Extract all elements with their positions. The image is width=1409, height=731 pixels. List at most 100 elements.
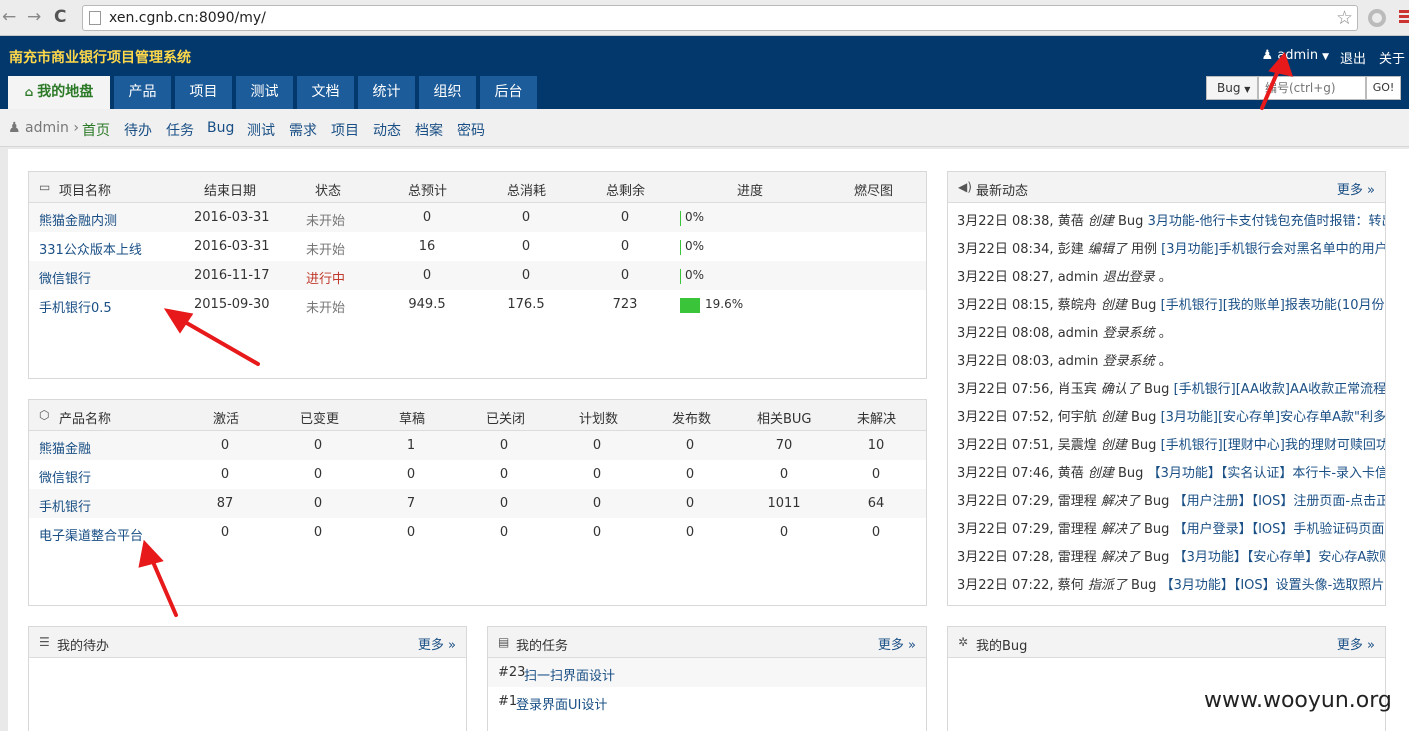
product-name-link[interactable]: 熊猫金融 [39,438,91,457]
subnav-story[interactable]: 需求 [289,120,317,140]
subnav-profile[interactable]: 档案 [415,120,443,140]
dynamic-action: 退出登录 [1102,270,1155,285]
col-estimate: 总预计 [408,184,448,199]
user-name[interactable]: admin [1277,48,1318,63]
nav-project[interactable]: 项目 [175,76,232,109]
logout-link[interactable]: 退出 [1340,48,1366,67]
subnav-project[interactable]: 项目 [331,120,359,140]
bug-header: ✲ 我的Bug 更多 » [948,627,1385,658]
nav-report[interactable]: 统计 [358,76,415,109]
back-icon[interactable]: ← [2,7,16,27]
project-left: 723 [612,297,638,312]
forward-icon[interactable]: → [27,7,41,27]
project-status: 未开始 [306,301,346,316]
dynamic-target-link[interactable]: [3月功能]手机银行会对黑名单中的用户交易 [1161,242,1385,257]
dynamic-target-link[interactable]: [手机银行][我的账单]报表功能(10月份功能 [1161,298,1385,313]
subnav-todo[interactable]: 待办 [124,120,152,140]
subnav-test[interactable]: 测试 [247,120,275,140]
subnav-task[interactable]: 任务 [166,120,194,140]
dynamic-target-link[interactable]: [手机银行][理财中心]我的理财可赎回功能查 [1161,438,1385,453]
dynamic-type: Bug [1144,550,1170,565]
search-type-select[interactable]: Bug ▼ [1206,76,1258,100]
subnav-dynamic[interactable]: 动态 [373,120,401,140]
task-link[interactable]: 扫一扫界面设计 [524,665,615,684]
bug-icon: ✲ [958,635,969,649]
dynamic-target-link[interactable]: 3月功能-他行卡支付钱包充值时报错：转出卡 [1148,214,1385,229]
dynamic-target-link[interactable]: 【3月功能】【IOS】设置头像-选取照片后 [1161,578,1385,593]
dynamic-target-link[interactable]: 【用户登录】【IOS】手机验证码页面-点 [1174,522,1385,537]
product-stat: 0 [685,525,695,540]
project-name-link[interactable]: 熊猫金融内测 [39,210,117,229]
dynamic-target-link[interactable]: 【3月功能】【实名认证】本行卡-录入卡信息 [1148,466,1385,481]
dynamic-type: Bug [1118,466,1144,481]
dynamic-item: 3月22日 07:51, 吴震煌 创建 Bug [手机银行][理财中心]我的理财… [948,427,1385,455]
search-input[interactable] [1258,76,1366,100]
project-left: 0 [620,268,630,283]
product-stat: 0 [220,467,230,482]
nav-doc[interactable]: 文档 [297,76,354,109]
bug-more-link[interactable]: 更多 » [1337,634,1375,653]
dynamic-time: 3月22日 08:08, [957,326,1054,341]
dynamic-type: Bug [1144,494,1170,509]
bug-title: 我的Bug [976,639,1028,654]
extension-icon[interactable] [1368,9,1386,27]
task-more-link[interactable]: 更多 » [878,634,916,653]
address-bar[interactable]: xen.cgnb.cn:8090/my/ ☆ [82,5,1358,31]
user-icon: ♟ [8,120,21,136]
subnav-bug[interactable]: Bug [207,120,234,136]
dynamic-target-link[interactable]: [手机银行][AA收款]AA收款正常流程-收款 [1174,382,1385,397]
progress-track [680,240,681,255]
dynamic-time: 3月22日 07:28, [957,550,1054,565]
nav-my-home[interactable]: ⌂ 我的地盘 [8,76,110,109]
list-icon: ☰ [39,635,50,649]
progress-text: 0% [685,268,705,282]
project-name-link[interactable]: 微信银行 [39,268,91,287]
nav-product[interactable]: 产品 [114,76,171,109]
user-menu[interactable]: ♟ admin ▼ [1262,48,1329,63]
browser-menu-icon[interactable] [1399,10,1409,24]
search-go-button[interactable]: GO! [1366,76,1401,100]
dynamic-more-link[interactable]: 更多 » [1337,179,1375,198]
dynamic-item-text: 3月22日 08:15, 蔡皖舟 创建 Bug [手机银行][我的账单]报表功能… [957,294,1385,313]
product-stat: 0 [779,525,789,540]
product-name-link[interactable]: 微信银行 [39,467,91,486]
nav-admin[interactable]: 后台 [480,76,537,109]
subnav-password[interactable]: 密码 [457,120,485,140]
subnav-home[interactable]: 首页 [82,120,110,140]
project-name-link[interactable]: 331公众版本上线 [39,239,142,258]
project-row: 331公众版本上线 2016-03-31 未开始 16 0 0 0% [29,232,926,261]
product-stat: 0 [220,438,230,453]
dynamic-item-text: 3月22日 08:27, admin 退出登录 。 [957,266,1172,285]
bookmark-star-icon[interactable]: ☆ [1336,7,1353,29]
task-link[interactable]: 登录界面UI设计 [516,694,607,713]
dynamic-time: 3月22日 07:29, [957,494,1054,509]
product-stat: 0 [685,467,695,482]
task-header: ▤ 我的任务 更多 » [488,627,926,658]
dynamic-item-text: 3月22日 07:51, 吴震煌 创建 Bug [手机银行][理财中心]我的理财… [957,434,1385,453]
project-estimate: 16 [418,239,436,254]
nav-company[interactable]: 组织 [419,76,476,109]
dynamic-target-link[interactable]: [3月功能][安心存单]安心存单A款"利多多"在 [1161,410,1385,425]
about-link[interactable]: 关于 [1379,48,1405,67]
dynamic-time: 3月22日 08:15, [957,298,1054,313]
dynamic-type: Bug [1144,382,1170,397]
col-releases: 发布数 [672,412,712,427]
app-header: 南充市商业银行项目管理系统 ♟ admin ▼ 退出 关于 ⌂ 我的地盘 产品 项目… [0,36,1409,109]
nav-test[interactable]: 测试 [236,76,293,109]
dynamic-target-link[interactable]: 【3月功能】【安心存单】安心存A款购买 [1174,550,1385,565]
url-text[interactable]: xen.cgnb.cn:8090/my/ [109,10,266,26]
col-draft: 草稿 [399,412,426,427]
product-name-link[interactable]: 电子渠道整合平台 [39,525,143,544]
dynamic-target-link[interactable]: 【用户注册】【IOS】注册页面-点击正在 [1174,494,1385,509]
product-stat: 7 [406,496,416,511]
project-name-link[interactable]: 手机银行0.5 [39,297,112,316]
dynamic-time: 3月22日 08:34, [957,242,1054,257]
product-name-link[interactable]: 手机银行 [39,496,91,515]
project-left: 0 [620,210,630,225]
dynamic-panel: ◀) 最新动态 更多 » 3月22日 08:38, 黄蓓 创建 Bug 3月功能… [947,171,1386,606]
dynamic-item-text: 3月22日 07:28, 雷理程 解决了 Bug 【3月功能】【安心存单】安心存… [957,546,1385,565]
product-stat: 0 [499,496,509,511]
todo-more-link[interactable]: 更多 » [418,634,456,653]
col-left: 总剩余 [606,184,646,199]
reload-icon[interactable]: C [54,7,66,27]
